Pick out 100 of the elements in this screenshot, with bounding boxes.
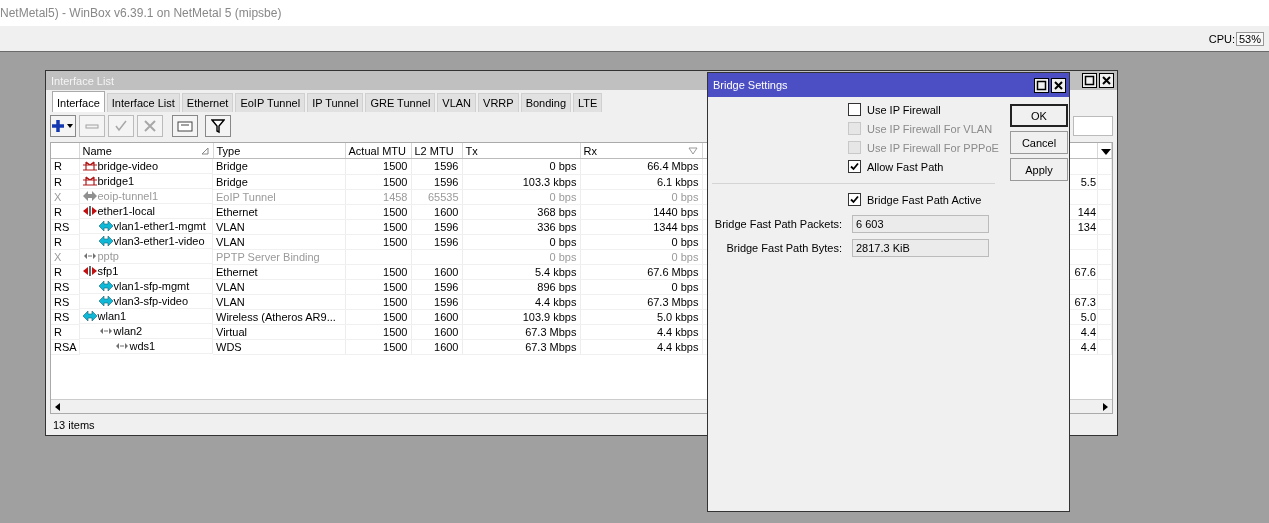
table-cell: 4.4 kbps xyxy=(462,294,580,309)
filter-button[interactable] xyxy=(205,115,231,137)
link-icon xyxy=(114,341,129,351)
readonly-field: 2817.3 KiB xyxy=(852,239,989,257)
table-cell: X xyxy=(51,249,79,264)
table-cell: 0 bps xyxy=(580,279,702,294)
tab[interactable]: EoIP Tunnel xyxy=(235,93,306,112)
table-cell: 6.1 kbps xyxy=(580,174,702,189)
dropdown-icon xyxy=(1101,148,1111,155)
table-cell: 0 bps xyxy=(580,249,702,264)
column-header[interactable]: Tx xyxy=(462,143,580,159)
column-header[interactable]: Actual MTU xyxy=(345,143,411,159)
table-cell: 1458 xyxy=(345,189,411,204)
cross-icon xyxy=(143,119,157,133)
app-title: NetMetal5) - WinBox v6.39.1 on NetMetal 5 (mipsbe) xyxy=(0,6,282,20)
tab[interactable]: Ethernet xyxy=(181,93,234,112)
table-cell: R xyxy=(51,324,79,339)
name-cell: wlan2 xyxy=(79,324,213,339)
check-icon xyxy=(114,119,128,133)
tab[interactable]: LTE xyxy=(573,93,603,112)
dialog-button[interactable]: Apply xyxy=(1010,158,1068,181)
find-field[interactable] xyxy=(1073,116,1113,136)
close-icon[interactable] xyxy=(1099,73,1114,88)
tab[interactable]: Interface xyxy=(52,91,105,112)
maximize-icon[interactable] xyxy=(1034,77,1049,93)
table-cell: 1500 xyxy=(345,309,411,324)
name-cell: bridge1 xyxy=(79,174,213,189)
checkbox-option[interactable]: Bridge Fast Path Active xyxy=(708,190,1000,209)
field-label: Bridge Fast Path Packets: xyxy=(713,218,842,230)
comment-button[interactable] xyxy=(172,115,198,137)
table-cell: X xyxy=(51,189,79,204)
column-header[interactable]: L2 MTU xyxy=(411,143,462,159)
maximize-icon[interactable] xyxy=(1082,73,1097,88)
dialog-title: Bridge Settings xyxy=(713,79,788,91)
table-cell: 1500 xyxy=(345,294,411,309)
table-cell: EoIP Tunnel xyxy=(213,189,345,204)
tab[interactable]: Interface List xyxy=(106,93,180,112)
table-cell: 1500 xyxy=(345,234,411,249)
name-cell: sfp1 xyxy=(79,264,213,279)
link-icon xyxy=(98,326,113,336)
name-cell: vlan1-sfp-mgmt xyxy=(79,279,213,294)
table-cell: 1500 xyxy=(345,279,411,294)
checkbox-icon[interactable] xyxy=(848,160,861,173)
table-cell: VLAN xyxy=(213,294,345,309)
vlan-icon xyxy=(98,221,113,231)
tab[interactable]: VRRP xyxy=(478,93,519,112)
table-cell: R xyxy=(51,264,79,279)
table-cell: 4.4 kbps xyxy=(580,324,702,339)
tab[interactable]: VLAN xyxy=(437,93,477,112)
name-cell: pptp xyxy=(79,249,213,264)
scroll-left-icon[interactable] xyxy=(54,402,62,411)
dialog-button[interactable]: Cancel xyxy=(1010,131,1068,154)
table-cell: 1500 xyxy=(345,204,411,219)
table-cell: 5.4 kbps xyxy=(462,264,580,279)
table-cell: 1500 xyxy=(345,219,411,234)
checkbox-option[interactable]: Allow Fast Path xyxy=(708,157,1000,176)
checkbox-option[interactable]: Use IP Firewall xyxy=(708,100,1000,119)
name-cell: bridge-video xyxy=(79,159,213,174)
table-cell: 67.6 Mbps xyxy=(580,264,702,279)
table-cell: 1500 xyxy=(345,264,411,279)
table-cell: R xyxy=(51,234,79,249)
sort-icon xyxy=(200,147,209,155)
checkbox-icon[interactable] xyxy=(848,193,861,206)
tab[interactable]: GRE Tunnel xyxy=(365,93,436,112)
column-header[interactable]: Type xyxy=(213,143,345,159)
table-cell: VLAN xyxy=(213,279,345,294)
column-header[interactable]: Name xyxy=(79,143,213,159)
close-icon[interactable] xyxy=(1051,77,1066,93)
table-cell: 1440 bps xyxy=(580,204,702,219)
vlan-icon xyxy=(82,311,97,321)
scroll-right-icon[interactable] xyxy=(1101,402,1109,411)
vlan-icon xyxy=(98,281,113,291)
table-cell: 67.3 Mbps xyxy=(580,294,702,309)
table-cell: 1596 xyxy=(411,279,462,294)
table-cell: 103.9 kbps xyxy=(462,309,580,324)
ethernet-icon xyxy=(82,266,97,276)
table-cell: 0 bps xyxy=(462,158,580,174)
field-label: Bridge Fast Path Bytes: xyxy=(725,242,842,254)
table-cell: 65535 xyxy=(411,189,462,204)
column-header[interactable]: Rx xyxy=(580,143,702,159)
table-cell: PPTP Server Binding xyxy=(213,249,345,264)
tab[interactable]: Bonding xyxy=(520,93,571,112)
tab[interactable]: IP Tunnel xyxy=(307,93,364,112)
table-cell: 0 bps xyxy=(462,234,580,249)
table-cell: Virtual xyxy=(213,324,345,339)
table-cell: RS xyxy=(51,219,79,234)
table-cell: Bridge xyxy=(213,158,345,174)
table-cell: 336 bps xyxy=(462,219,580,234)
table-cell: RS xyxy=(51,279,79,294)
table-cell: 896 bps xyxy=(462,279,580,294)
sort-icon xyxy=(687,147,698,155)
name-cell: eoip-tunnel1 xyxy=(79,189,213,204)
link-icon xyxy=(82,251,97,261)
dialog-button[interactable]: OK xyxy=(1010,104,1068,127)
item-count: 13 items xyxy=(53,418,95,431)
add-button[interactable] xyxy=(50,115,76,137)
table-cell: RS xyxy=(51,309,79,324)
table-cell: 1500 xyxy=(345,174,411,189)
table-cell: 67.3 Mbps xyxy=(462,324,580,339)
checkbox-icon[interactable] xyxy=(848,103,861,116)
